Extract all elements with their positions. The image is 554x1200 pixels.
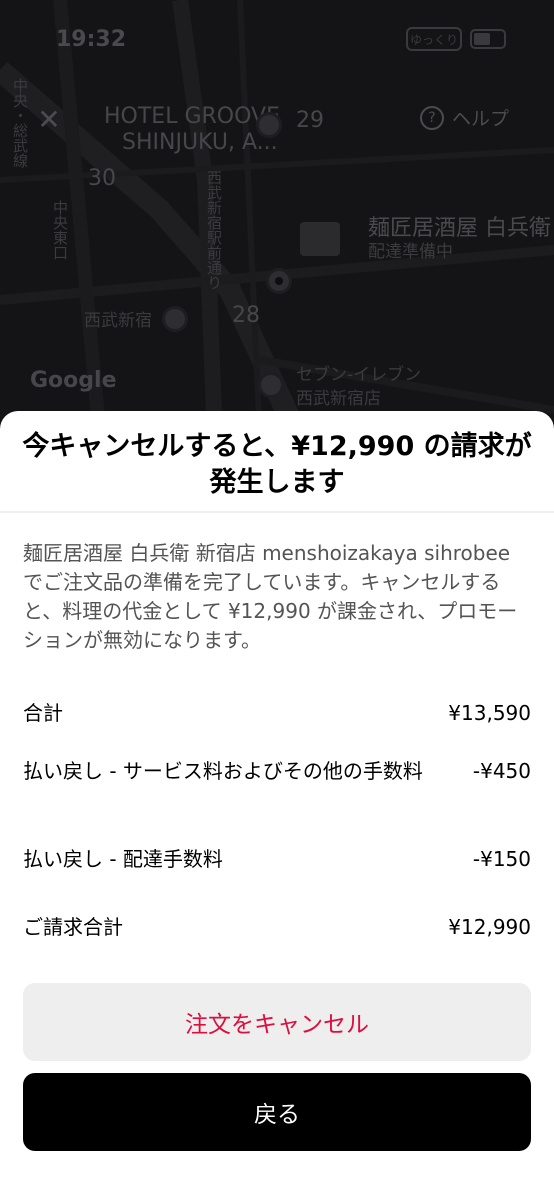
sheet-divider: [0, 511, 554, 513]
convenience-store-pin-icon: [258, 372, 284, 398]
close-icon[interactable]: ✕: [32, 102, 66, 136]
cancel-order-button[interactable]: 注文をキャンセル: [23, 983, 531, 1061]
map-label-block-30: 30: [88, 166, 116, 191]
summary-row-service-refund: 払い戻し - サービス料およびその他の手数料 -¥450: [23, 757, 531, 786]
summary-row-billing-total: ご請求合計 ¥12,990: [23, 913, 531, 942]
restaurant-icon: [300, 222, 340, 256]
battery-icon: [470, 29, 506, 49]
map-label-store-status: 配達準備中: [368, 242, 453, 262]
map-label-seven-2: 西武新宿店: [296, 389, 381, 409]
map-label-block-28: 28: [232, 303, 260, 328]
row-label: 合計: [23, 701, 63, 725]
back-button[interactable]: 戻る: [23, 1073, 531, 1151]
summary-row-delivery-refund: 払い戻し - 配達手数料 -¥150: [23, 845, 531, 874]
row-label: 払い戻し - 配達手数料: [23, 847, 223, 871]
map-view[interactable]: 19:32 ゆっくり HOTEL GROOVE SHINJUKU, A... 2…: [0, 0, 554, 440]
status-icons: ゆっくり: [406, 27, 506, 51]
google-logo: Google: [30, 368, 117, 393]
cancel-description: 麺匠居酒屋 白兵衛 新宿店 menshoizakaya sihrobee でご注…: [23, 541, 518, 652]
map-label-street: 西武新宿駅前通り: [205, 170, 223, 290]
row-label: 払い戻し - サービス料およびその他の手数料: [23, 759, 423, 783]
map-label-block-29: 29: [296, 108, 324, 133]
help-icon: ?: [420, 105, 444, 130]
map-label-street-left: 中央東口: [51, 200, 69, 260]
row-amount: -¥450: [472, 759, 531, 783]
delivery-location-pin-icon: [266, 268, 292, 294]
map-label-street-topleft: 中央・総武線: [11, 78, 29, 168]
help-button[interactable]: ? ヘルプ: [420, 104, 509, 131]
station-pin-icon: [162, 306, 188, 332]
sheet-title: 今キャンセルすると、¥12,990 の請求が発生します: [22, 431, 532, 498]
carrier-logo: ゆっくり: [406, 27, 462, 51]
map-label-hotel-2: SHINJUKU, A...: [122, 130, 278, 155]
row-amount: ¥12,990: [448, 915, 531, 939]
status-time: 19:32: [56, 27, 127, 52]
map-label-station: 西武新宿: [84, 311, 152, 331]
row-amount: ¥13,590: [448, 701, 531, 725]
row-label: ご請求合計: [23, 915, 123, 939]
cancel-order-sheet: 今キャンセルすると、¥12,990 の請求が発生します 麺匠居酒屋 白兵衛 新宿…: [0, 411, 554, 1200]
map-label-hotel-1: HOTEL GROOVE: [104, 104, 280, 129]
row-amount: -¥150: [472, 847, 531, 871]
help-label: ヘルプ: [452, 108, 510, 130]
summary-row-total: 合計 ¥13,590: [23, 699, 531, 728]
map-label-seven-1: セブン-イレブン: [296, 365, 422, 385]
hotel-pin-icon: [256, 112, 282, 138]
